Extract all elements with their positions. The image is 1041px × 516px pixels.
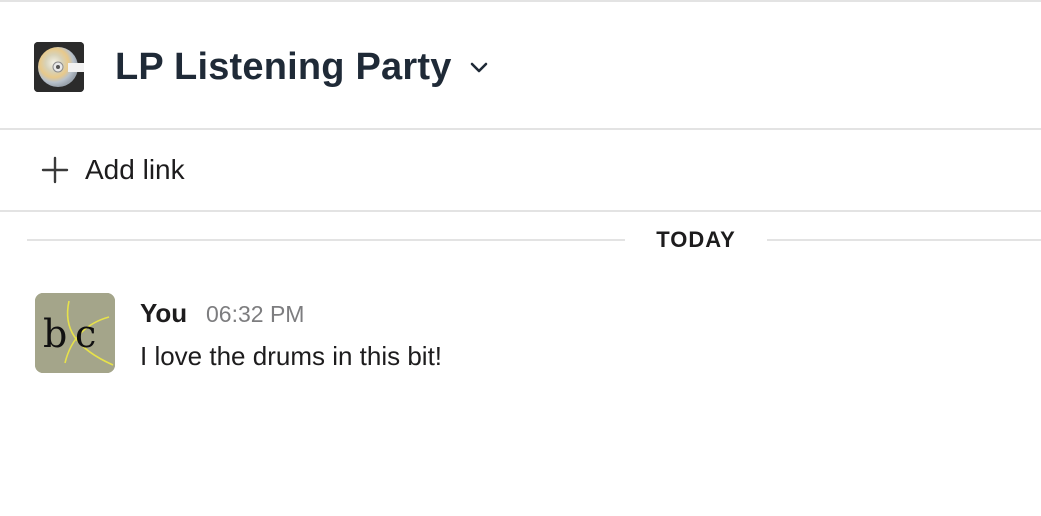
- chevron-down-icon[interactable]: [466, 54, 492, 80]
- plus-icon: [41, 156, 69, 184]
- message-text: I love the drums in this bit!: [140, 341, 443, 371]
- add-link-button[interactable]: Add link: [40, 152, 185, 188]
- link-bar: Add link: [0, 130, 1041, 212]
- date-divider-line-left: [27, 239, 625, 241]
- svg-text:b: b: [43, 312, 67, 356]
- date-divider-label: TODAY: [656, 227, 736, 252]
- channel-header: LP Listening Party: [0, 2, 1041, 130]
- user-avatar[interactable]: b c: [35, 293, 115, 373]
- message-timestamp[interactable]: 06:32 PM: [206, 300, 304, 328]
- optical-disc-icon: [34, 42, 84, 92]
- message-item: b c You 06:32 PM I love the drums in thi…: [0, 290, 1041, 380]
- channel-title[interactable]: LP Listening Party: [115, 44, 452, 90]
- svg-text:c: c: [75, 312, 96, 356]
- message-sender[interactable]: You: [140, 298, 187, 328]
- add-link-label: Add link: [85, 154, 185, 185]
- date-divider-line-right: [767, 239, 1041, 241]
